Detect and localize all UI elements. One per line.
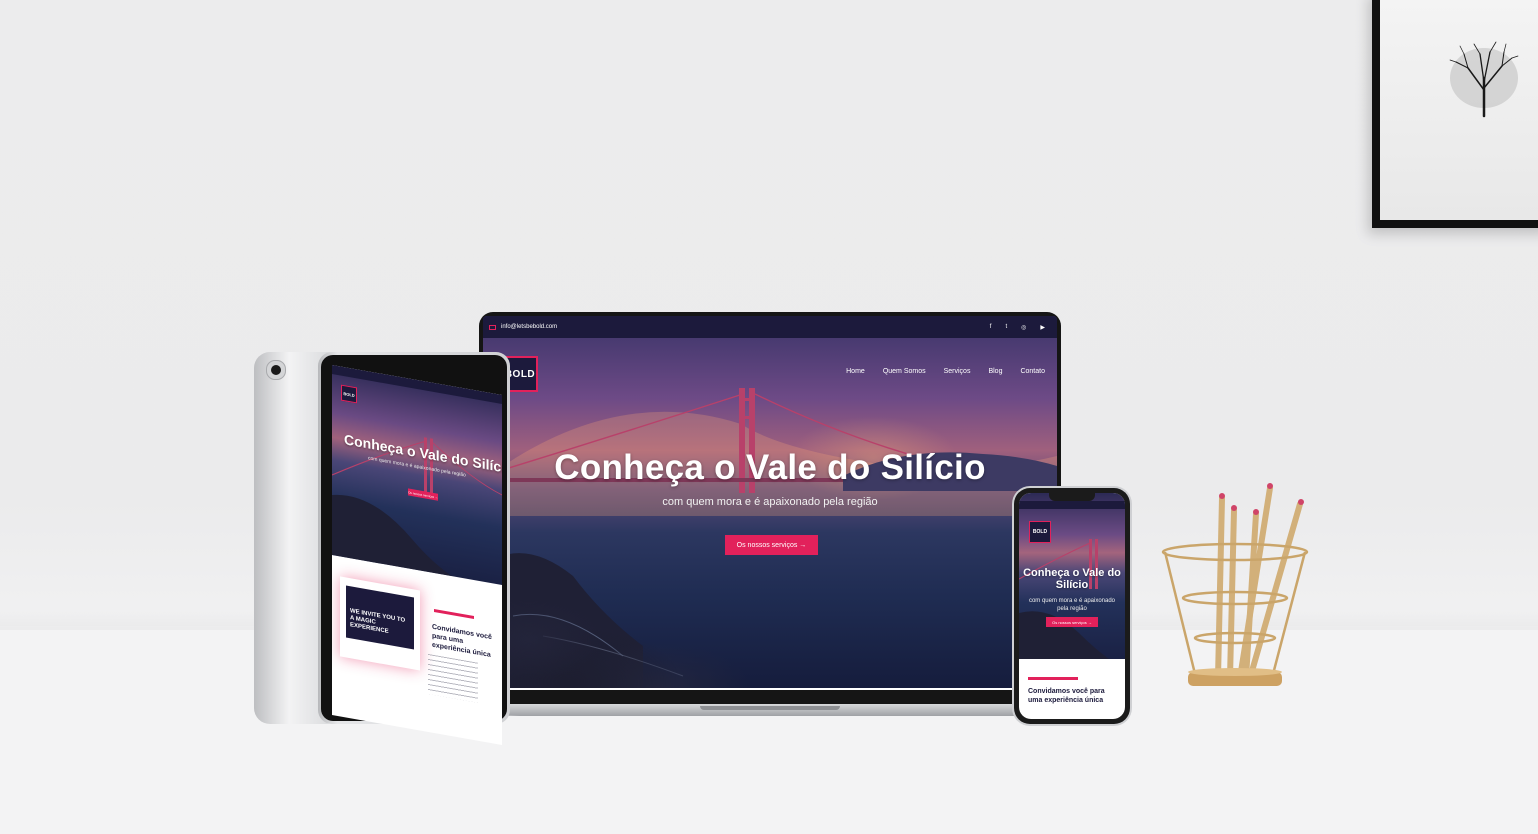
topbar-email[interactable]: info@letsbebold.com — [489, 324, 557, 330]
tablet-logo[interactable]: BOLD — [341, 384, 357, 404]
social-links: f t ◎ ▶ — [990, 324, 1045, 331]
twitter-icon[interactable]: t — [1005, 324, 1007, 331]
envelope-icon — [489, 324, 496, 330]
email-text: info@letsbebold.com — [501, 324, 558, 330]
main-nav: Home Quem Somos Serviços Blog Contato — [846, 368, 1045, 375]
phone-notch — [1049, 493, 1095, 501]
instagram-icon[interactable]: ◎ — [1021, 324, 1026, 331]
tree-icon — [1449, 41, 1519, 118]
accent-bar — [1028, 677, 1078, 680]
hero-title: Conheça o Vale do Silício — [554, 448, 986, 487]
phone-hero-title: Conheça o Vale do Silício — [1023, 567, 1121, 591]
pencil-holder — [1161, 483, 1309, 686]
accent-bar — [434, 608, 474, 620]
nav-contato[interactable]: Contato — [1020, 368, 1045, 375]
tablet-screen: BOLD Conheça o Vale do Silício com quem … — [332, 365, 502, 745]
nav-servicos[interactable]: Serviços — [944, 368, 971, 375]
nav-home[interactable]: Home — [846, 368, 865, 375]
phone-services-button[interactable]: Os nossos serviços → — [1046, 617, 1098, 627]
services-button[interactable]: Os nossos serviços → — [725, 535, 818, 555]
camera-icon — [266, 360, 286, 380]
phone-logo[interactable]: BOLD — [1029, 521, 1051, 543]
phone-screen: BOLD Conheça o Vale do Silício com quem … — [1019, 493, 1125, 719]
laptop-screen: info@letsbebold.com f t ◎ ▶ BOLD Home Qu… — [483, 316, 1057, 690]
section-divider — [483, 688, 1057, 690]
magic-experience-card[interactable]: WE INVITE YOU TO A MAGIC EXPERIENCE — [340, 576, 420, 671]
wall-picture-frame — [1372, 0, 1538, 228]
tree-picture — [1380, 0, 1538, 220]
facebook-icon[interactable]: f — [990, 324, 992, 331]
nav-blog[interactable]: Blog — [988, 368, 1002, 375]
paragraph-placeholder — [428, 653, 478, 703]
youtube-icon[interactable]: ▶ — [1040, 324, 1045, 331]
hero-subtitle: com quem mora e é apaixonado pela região — [662, 496, 878, 508]
site-topbar: info@letsbebold.com f t ◎ ▶ — [483, 316, 1057, 338]
phone-topbar — [1019, 501, 1125, 509]
laptop-notch — [700, 706, 840, 710]
phone-section-heading: Convidamos você para uma experiência úni… — [1028, 688, 1105, 704]
nav-quem-somos[interactable]: Quem Somos — [883, 368, 926, 375]
phone-hero-subtitle: com quem mora e é apaixonado pela região — [1028, 598, 1116, 612]
